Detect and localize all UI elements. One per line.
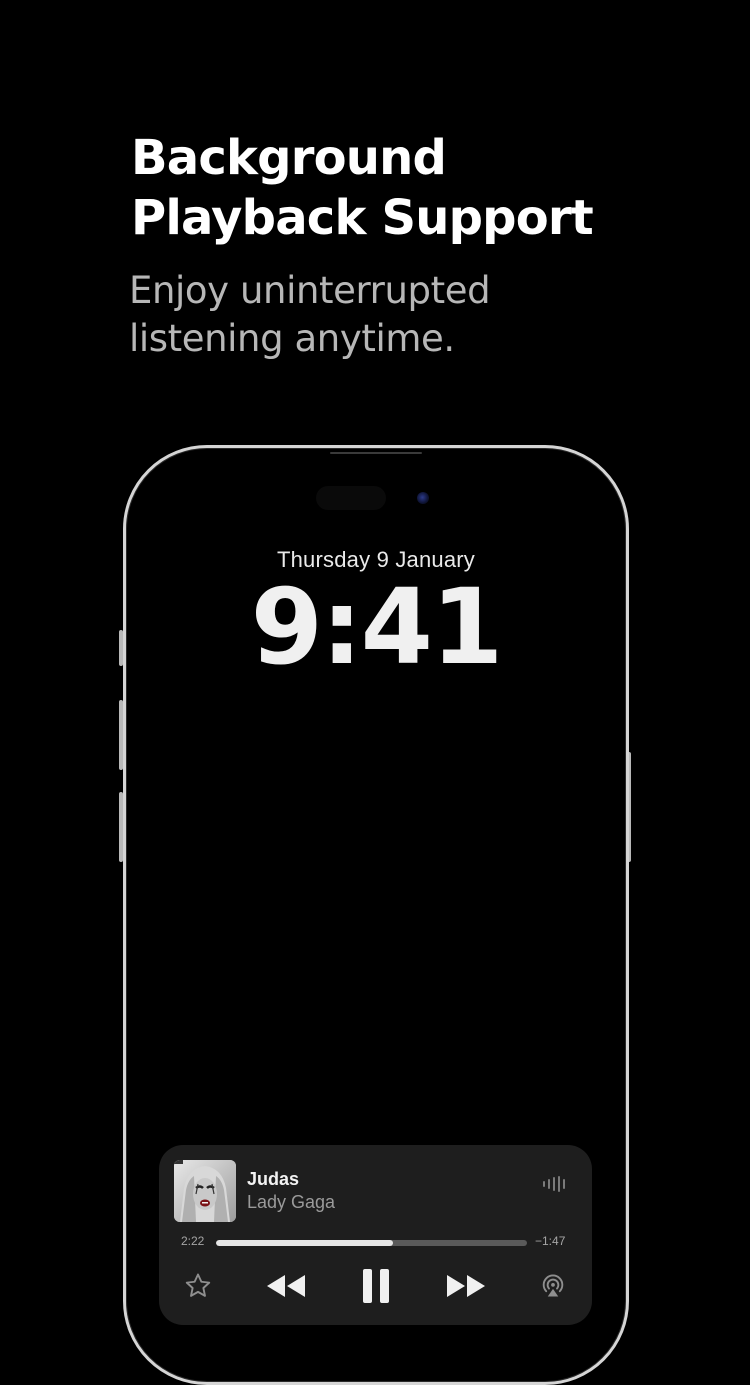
waveform-icon — [543, 1176, 565, 1192]
progress-fill — [216, 1240, 394, 1246]
star-icon — [185, 1273, 211, 1297]
promo-subhead: Enjoy uninterrupted listening anytime. — [129, 267, 689, 363]
fast-forward-button[interactable] — [443, 1269, 489, 1303]
favorite-button[interactable] — [181, 1269, 215, 1303]
promo-subhead-line2: listening anytime. — [129, 317, 455, 360]
promo-subhead-line1: Enjoy uninterrupted — [129, 269, 491, 312]
front-camera-icon — [417, 492, 429, 504]
airplay-icon — [542, 1274, 564, 1297]
now-playing-widget[interactable]: Judas Lady Gaga 2:22 −1:47 — [159, 1145, 592, 1325]
progress-scrubber[interactable] — [216, 1240, 527, 1246]
pause-icon — [363, 1269, 389, 1303]
promo-headline: Background Playback Support — [131, 128, 711, 248]
album-art[interactable] — [174, 1160, 236, 1222]
time-remaining: −1:47 — [535, 1234, 566, 1248]
promo-headline-line2: Playback Support — [131, 190, 594, 246]
dynamic-island — [316, 486, 386, 510]
fast-forward-icon — [447, 1275, 485, 1297]
lockscreen-time: 9:41 — [250, 566, 504, 688]
airplay-button[interactable] — [535, 1269, 571, 1303]
rewind-icon — [267, 1275, 305, 1297]
track-title: Judas — [247, 1169, 300, 1189]
album-art-image — [174, 1160, 236, 1222]
pause-button[interactable] — [356, 1265, 396, 1307]
time-elapsed: 2:22 — [181, 1234, 205, 1248]
rewind-button[interactable] — [263, 1269, 309, 1303]
promo-headline-line1: Background — [131, 130, 447, 186]
track-artist: Lady Gaga — [247, 1192, 336, 1212]
phone-top-seam — [330, 452, 422, 454]
